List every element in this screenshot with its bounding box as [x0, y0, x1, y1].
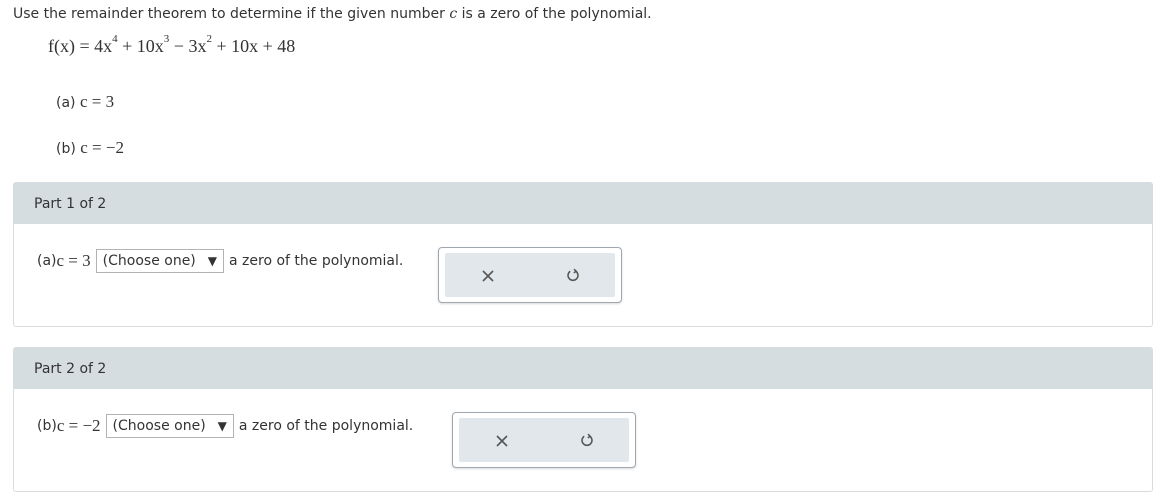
- poly-lhs: f(x) =: [48, 36, 95, 56]
- part-1-expr: c = 3: [56, 251, 91, 270]
- item-b-label: (b): [56, 141, 81, 157]
- polynomial-expression: f(x) = 4x4 + 10x3 − 3x2 + 10x + 48: [48, 33, 296, 57]
- part-1-label: (a): [37, 253, 57, 269]
- item-a: (a) c = 3: [56, 92, 114, 112]
- part-1-action-box: [438, 247, 622, 303]
- part-2-undo-button[interactable]: [567, 425, 607, 455]
- prompt-text-after: is a zero of the polynomial.: [457, 6, 652, 22]
- part-1-header: Part 1 of 2: [14, 183, 1152, 224]
- chevron-down-icon: ▼: [217, 419, 227, 433]
- item-a-expr: c = 3: [79, 92, 115, 111]
- part-1-panel: Part 1 of 2 (a) c = 3 (Choose one) ▼ a ze…: [13, 182, 1153, 327]
- part-2-label: (b): [37, 418, 57, 434]
- part-2-expr: c = −2: [56, 416, 101, 435]
- part-1-undo-button[interactable]: [553, 260, 593, 290]
- undo-icon: [579, 432, 595, 448]
- prompt-variable: c: [449, 6, 458, 22]
- prompt-text-before: Use the remainder theorem to determine i…: [13, 6, 450, 22]
- part-1-clear-button[interactable]: [468, 260, 508, 290]
- poly-exp-2: 3: [163, 33, 170, 45]
- item-b-expr: c = −2: [80, 138, 124, 157]
- poly-exp-1: 4: [112, 33, 118, 45]
- chevron-down-icon: ▼: [207, 254, 218, 268]
- part-2-action-box: [452, 412, 636, 468]
- poly-term-2: + 10x: [117, 36, 164, 56]
- part-2-clear-button[interactable]: [482, 425, 522, 455]
- part-2-select-value: (Choose one): [112, 418, 206, 434]
- item-b: (b) c = −2: [56, 138, 124, 158]
- undo-icon: [565, 267, 581, 283]
- part-2-answer-select[interactable]: (Choose one) ▼: [105, 414, 234, 438]
- part-2-suffix: a zero of the polynomial.: [238, 418, 414, 434]
- part-2-panel: Part 2 of 2 (b) c = −2 (Choose one) ▼ a z…: [13, 347, 1153, 492]
- poly-exp-3: 2: [206, 33, 212, 45]
- item-a-label: (a): [56, 95, 80, 111]
- part-1-select-value: (Choose one): [102, 253, 196, 269]
- close-icon: [481, 268, 495, 282]
- part-1-question: (a) c = 3 (Choose one) ▼ a zero of the po…: [37, 249, 403, 273]
- part-1-action-bar: [445, 253, 615, 297]
- poly-rest: + 10x + 48: [211, 36, 296, 56]
- part-1-answer-select[interactable]: (Choose one) ▼: [95, 249, 225, 273]
- poly-term-1: 4x: [94, 36, 113, 56]
- poly-term-3: − 3x: [169, 36, 207, 56]
- part-1-suffix: a zero of the polynomial.: [229, 253, 404, 269]
- close-icon: [495, 433, 509, 447]
- part-2-question: (b) c = −2 (Choose one) ▼ a zero of the p…: [37, 414, 413, 438]
- part-2-header: Part 2 of 2: [14, 348, 1152, 389]
- question-prompt: Use the remainder theorem to determine i…: [13, 6, 652, 22]
- part-2-action-bar: [459, 418, 629, 462]
